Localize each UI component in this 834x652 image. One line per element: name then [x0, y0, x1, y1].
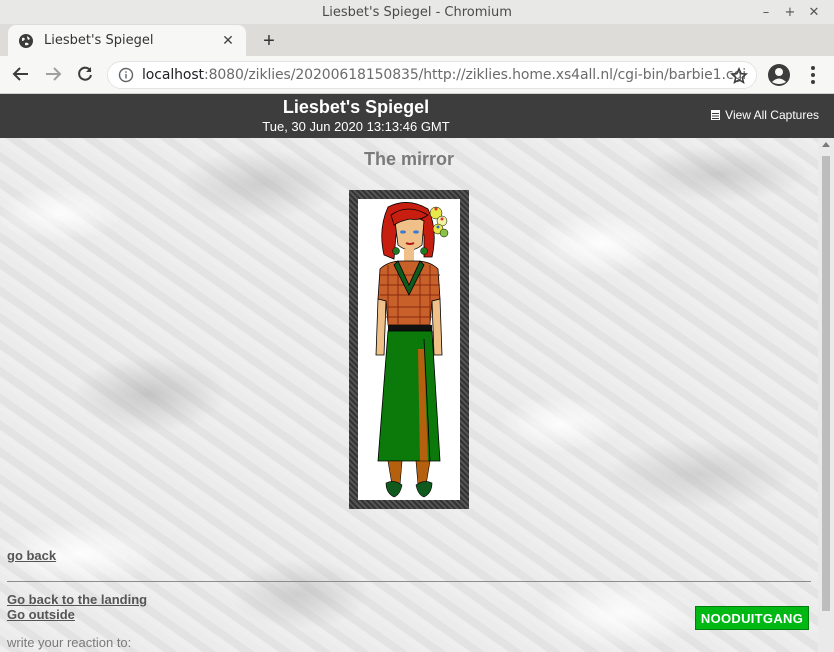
reload-icon [78, 66, 92, 81]
window-titlebar: Liesbet's Spiegel - Chromium – + ✕ [0, 0, 834, 24]
mirror-frame [349, 190, 469, 509]
scroll-up-arrow-icon[interactable] [822, 142, 830, 147]
forward-button[interactable] [39, 60, 67, 88]
minimize-button[interactable]: – [754, 2, 778, 22]
close-window-button[interactable]: ✕ [802, 2, 826, 22]
arrow-right-icon [46, 67, 62, 81]
go-back-link[interactable]: go back [7, 548, 56, 563]
browser-toolbar: localhost:8080/ziklies/20200618150835/ht… [0, 56, 834, 94]
outside-link[interactable]: Go outside [7, 607, 75, 622]
tab-title: Liesbet's Spiegel [44, 33, 154, 48]
wayback-header: Liesbet's Spiegel Tue, 30 Jun 2020 13:13… [0, 94, 834, 138]
menu-kebab-icon[interactable] [803, 63, 823, 87]
tab-strip: Liesbet's Spiegel ✕ + [0, 24, 834, 56]
site-name: Liesbet's Spiegel [282, 97, 430, 117]
info-icon[interactable] [118, 67, 134, 83]
scrollbar-thumb[interactable] [822, 156, 830, 611]
tab-liesbets-spiegel[interactable]: Liesbet's Spiegel ✕ [8, 25, 246, 56]
url-text: localhost:8080/ziklies/20200618150835/ht… [142, 67, 746, 83]
url-host: localhost [142, 67, 204, 83]
profile-avatar-icon[interactable] [767, 63, 791, 87]
url-path: :8080/ziklies/20200618150835/http://zikl… [203, 67, 747, 83]
page-title: The mirror [363, 149, 455, 169]
address-bar[interactable]: localhost:8080/ziklies/20200618150835/ht… [107, 61, 757, 89]
capture-date: Tue, 30 Jun 2020 13:13:46 GMT [262, 119, 450, 134]
window-title: Liesbet's Spiegel - Chromium [322, 4, 512, 20]
tab-close-icon[interactable]: ✕ [220, 32, 236, 49]
mirror-image [358, 199, 460, 500]
page-viewport: Liesbet's Spiegel Tue, 30 Jun 2020 13:13… [0, 94, 834, 652]
page-scrollbar[interactable] [818, 138, 834, 652]
star-icon[interactable] [730, 67, 748, 85]
view-all-captures-label: View All Captures [725, 108, 819, 122]
reaction-text: write your reaction to: [7, 635, 132, 650]
reload-button[interactable] [71, 60, 99, 88]
landing-link[interactable]: Go back to the landing [7, 592, 147, 607]
maximize-button[interactable]: + [778, 2, 802, 22]
view-all-captures-link[interactable]: View All Captures [711, 108, 819, 122]
globe-icon [19, 33, 33, 48]
new-tab-button[interactable]: + [256, 28, 282, 54]
doll-figure-illustration [375, 202, 449, 498]
arrow-left-icon [12, 67, 28, 81]
back-button[interactable] [7, 60, 35, 88]
divider [7, 581, 811, 582]
emergency-exit-button[interactable]: NOODUITGANG [695, 606, 809, 630]
calendar-icon [711, 110, 721, 120]
